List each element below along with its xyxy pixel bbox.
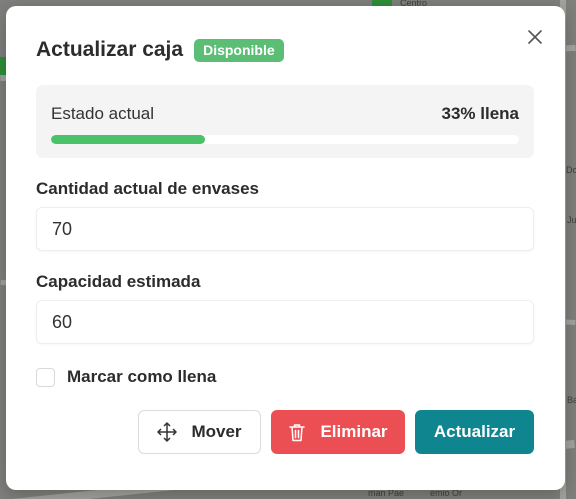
map-label: Doctor bbox=[566, 165, 576, 175]
delete-button-label: Eliminar bbox=[320, 422, 388, 441]
map-label: Ju bbox=[567, 215, 576, 225]
dialog-title: Actualizar caja bbox=[36, 38, 184, 61]
move-arrows-icon bbox=[157, 422, 178, 442]
close-button[interactable] bbox=[526, 28, 544, 46]
quantity-input[interactable] bbox=[36, 207, 534, 251]
move-button[interactable]: Mover bbox=[138, 410, 261, 454]
status-card: Estado actual 33% llena bbox=[36, 85, 534, 158]
delete-button[interactable]: Eliminar bbox=[271, 410, 405, 454]
trash-icon bbox=[288, 423, 306, 442]
status-label: Estado actual bbox=[51, 104, 155, 123]
update-button-label: Actualizar bbox=[433, 422, 516, 441]
fill-progress-value bbox=[51, 135, 206, 144]
mark-full-row[interactable]: Marcar como llena bbox=[36, 367, 216, 387]
update-box-dialog: Actualizar caja Disponible Estado actual… bbox=[6, 6, 565, 490]
move-button-label: Mover bbox=[191, 422, 242, 441]
status-badge: Disponible bbox=[194, 38, 284, 62]
capacity-label: Capacidad estimada bbox=[36, 272, 201, 291]
update-button[interactable]: Actualizar bbox=[415, 410, 534, 454]
mark-full-label: Marcar como llena bbox=[67, 367, 217, 386]
status-value: 33% llena bbox=[441, 104, 520, 123]
quantity-label: Cantidad actual de envases bbox=[36, 179, 259, 198]
map-label: Ba bbox=[567, 395, 576, 405]
dialog-header: Actualizar caja Disponible bbox=[36, 38, 284, 62]
mark-full-checkbox[interactable] bbox=[36, 367, 55, 387]
fill-progress-bar bbox=[51, 135, 519, 144]
close-icon bbox=[528, 30, 542, 44]
capacity-input[interactable] bbox=[36, 300, 534, 344]
